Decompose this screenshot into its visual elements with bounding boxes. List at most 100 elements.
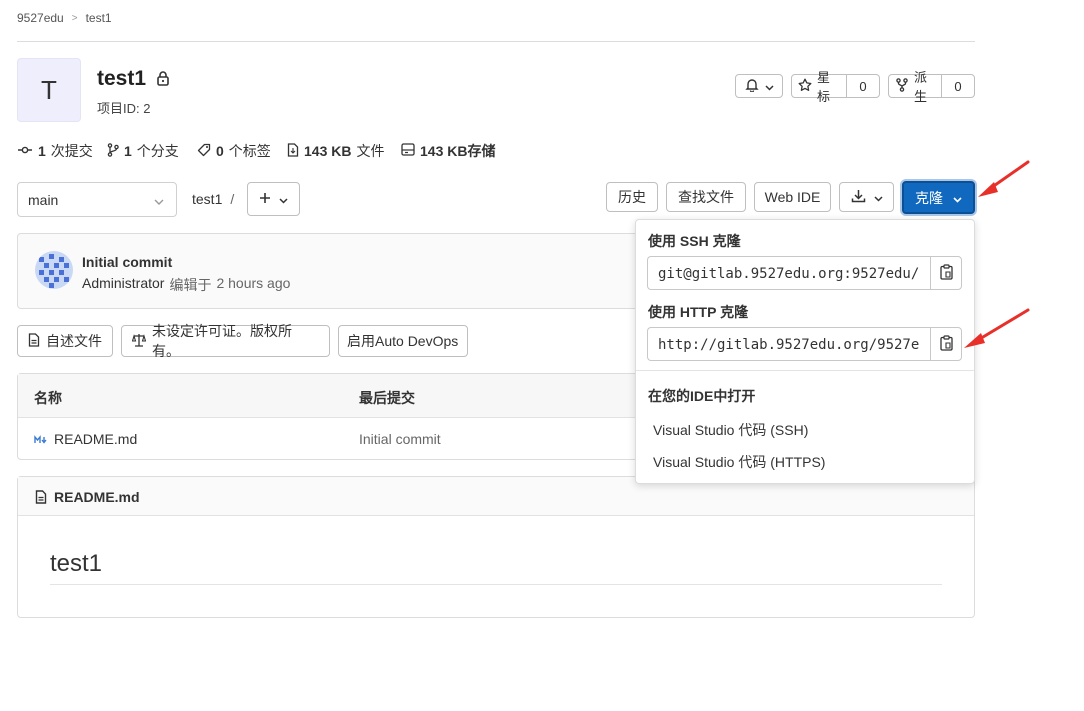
commit-meta: Administrator 编辑于 2 hours ago [82, 275, 290, 295]
ssh-url-field[interactable]: git@gitlab.9527edu.org:9527edu/ [647, 256, 931, 290]
stat-branches[interactable]: 1 个分支 [107, 141, 179, 161]
path-breadcrumb: test1 / [192, 191, 234, 207]
project-avatar-letter: T [41, 74, 57, 105]
download-icon [851, 189, 866, 206]
col-name-header: 名称 [34, 390, 62, 406]
star-count[interactable]: 0 [846, 75, 879, 97]
fork-icon [895, 77, 909, 95]
devops-chip[interactable]: 启用Auto DevOps [338, 325, 468, 357]
branches-count: 1 [124, 143, 132, 159]
file-last-commit[interactable]: Initial commit [359, 431, 441, 447]
clone-label: 克隆 [915, 189, 943, 206]
http-url-field[interactable]: http://gitlab.9527edu.org/9527e [647, 327, 931, 361]
open-vscode-https[interactable]: Visual Studio 代码 (HTTPS) [653, 452, 825, 472]
branch-name: main [28, 191, 59, 208]
chevron-down-icon [953, 190, 962, 206]
find-file-label: 查找文件 [678, 189, 734, 205]
star-icon [798, 78, 812, 95]
commits-count: 1 [38, 143, 46, 159]
stat-storage: 143 KB 存储 [401, 141, 495, 161]
tags-count: 0 [216, 143, 224, 159]
clipboard-icon [939, 263, 953, 283]
chevron-down-icon [154, 192, 164, 208]
clone-dropdown: 使用 SSH 克隆 git@gitlab.9527edu.org:9527edu… [635, 219, 975, 484]
readme-panel: README.md test1 [17, 476, 975, 618]
ide-section-title: 在您的IDE中打开 [648, 388, 756, 404]
commit-title[interactable]: Initial commit [82, 254, 172, 270]
lock-icon [156, 70, 170, 89]
web-ide-label: Web IDE [764, 189, 821, 205]
annotation-arrow-clone [978, 160, 1030, 197]
license-chip-label: 未设定许可证。版权所有。 [152, 323, 292, 359]
find-file-button[interactable]: 查找文件 [666, 182, 746, 212]
tags-label: 个标签 [228, 143, 271, 159]
tag-icon [197, 143, 211, 160]
project-name: test1 [97, 67, 147, 90]
stat-files[interactable]: 143 KB 文件 [287, 141, 384, 161]
ssh-clone-label: 使用 SSH 克隆 [648, 233, 741, 249]
commits-label: 次提交 [50, 143, 93, 159]
add-dropdown-button[interactable] [247, 182, 300, 216]
author-avatar[interactable] [35, 251, 73, 289]
path-root[interactable]: test1 [192, 191, 222, 207]
clipboard-icon [939, 334, 953, 354]
clone-button[interactable]: 克隆 [902, 181, 975, 214]
annotation-arrow-http-copy [964, 308, 1030, 348]
license-chip[interactable]: 未设定许可证。版权所有。 [121, 323, 330, 359]
fork-button[interactable]: 派生 0 [888, 70, 975, 104]
http-clone-label: 使用 HTTP 克隆 [648, 304, 749, 320]
project-title: test1 [97, 67, 170, 91]
files-size: 143 KB [304, 143, 352, 159]
scale-icon [131, 333, 147, 350]
commit-verb: 编辑于 [169, 277, 212, 293]
history-button[interactable]: 历史 [606, 182, 658, 212]
devops-chip-label: 启用Auto DevOps [347, 333, 459, 349]
readme-heading: test1 [50, 550, 103, 577]
header-divider [17, 41, 975, 42]
breadcrumb-group[interactable]: 9527edu [17, 11, 64, 27]
download-dropdown-button[interactable] [839, 182, 894, 212]
star-label: 星标 [817, 70, 831, 104]
readme-chip-label: 自述文件 [46, 333, 102, 349]
plus-icon [259, 191, 271, 207]
http-url: http://gitlab.9527edu.org/9527e [658, 337, 920, 353]
document-icon [28, 332, 40, 350]
fork-count[interactable]: 0 [941, 75, 974, 97]
file-icon [287, 142, 299, 160]
project-id: 项目ID: 2 [97, 101, 151, 116]
open-vscode-ssh[interactable]: Visual Studio 代码 (SSH) [653, 420, 808, 440]
chevron-down-icon [764, 79, 774, 94]
notification-dropdown[interactable] [735, 74, 783, 98]
star-button[interactable]: 星标 0 [791, 70, 880, 104]
storage-icon [401, 143, 415, 159]
commit-time: 2 hours ago [216, 275, 291, 291]
stat-tags[interactable]: 0 个标签 [197, 141, 271, 161]
stat-commits[interactable]: 1 次提交 [17, 141, 93, 161]
file-name[interactable]: README.md [54, 431, 137, 447]
path-separator: / [230, 191, 235, 207]
project-avatar: T [17, 58, 81, 122]
fork-label: 派生 [914, 70, 928, 104]
branches-label: 个分支 [136, 143, 179, 159]
col-last-commit-header: 最后提交 [359, 390, 415, 406]
breadcrumb-project[interactable]: test1 [86, 11, 112, 27]
bell-icon [744, 78, 759, 95]
commit-author[interactable]: Administrator [82, 275, 164, 295]
readme-heading-rule [50, 584, 942, 585]
ssh-url: git@gitlab.9527edu.org:9527edu/ [658, 266, 920, 282]
branch-selector[interactable]: main [17, 182, 177, 217]
storage-size: 143 KB [420, 143, 468, 159]
files-label: 文件 [356, 143, 385, 159]
readme-chip[interactable]: 自述文件 [17, 325, 113, 357]
branch-icon [107, 142, 119, 160]
dropdown-divider [636, 370, 974, 371]
copy-ssh-button[interactable] [930, 256, 962, 290]
document-icon [35, 490, 47, 507]
storage-label: 存储 [467, 143, 496, 159]
chevron-down-icon [279, 191, 288, 207]
breadcrumb-separator: > [71, 13, 78, 24]
breadcrumb: 9527edu > test1 [17, 11, 112, 27]
readme-filename[interactable]: README.md [54, 489, 140, 505]
web-ide-button[interactable]: Web IDE [754, 182, 831, 212]
chevron-down-icon [873, 189, 883, 205]
